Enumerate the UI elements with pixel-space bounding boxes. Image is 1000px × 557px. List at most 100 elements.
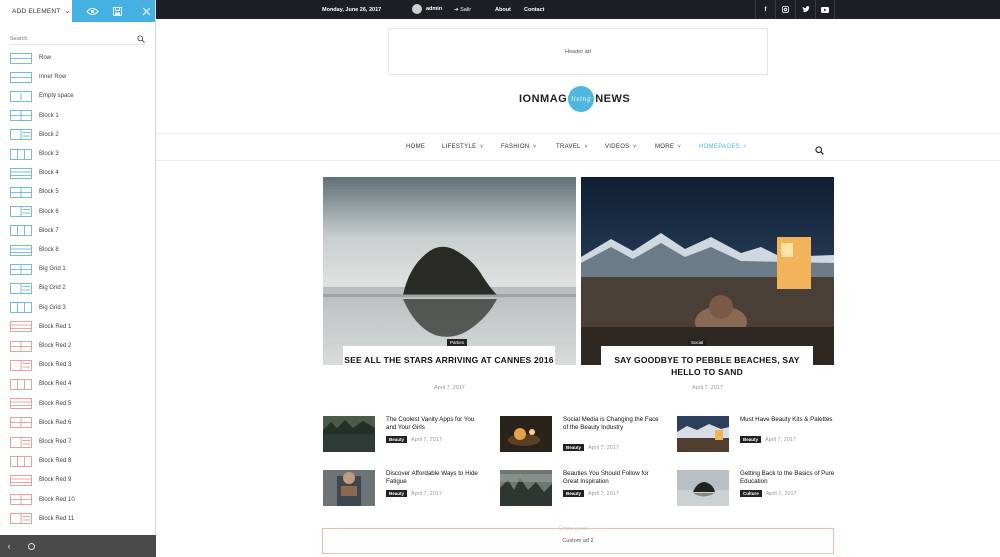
post-date: April 7, 2017 <box>765 490 797 497</box>
post-thumbnail[interactable] <box>500 416 552 452</box>
twitter-icon[interactable] <box>795 0 815 19</box>
category-badge[interactable]: Beauty <box>563 490 585 497</box>
element-block-icon <box>10 474 32 486</box>
contact-link[interactable]: Contact <box>524 7 544 13</box>
category-badge[interactable]: Beauty <box>563 444 585 451</box>
element-item[interactable]: Big Grid 3 <box>10 302 150 314</box>
post-meta: Beauty April 7, 2017 <box>563 490 619 497</box>
featured-title-2[interactable]: SAY GOODBYE TO PEBBLE BEACHES, SAY HELLO… <box>601 354 813 378</box>
element-item[interactable]: Block Red 1 <box>10 321 150 333</box>
element-block-icon <box>10 359 32 371</box>
featured-image-2[interactable] <box>581 177 834 365</box>
element-block-icon <box>10 244 32 256</box>
about-link[interactable]: About <box>495 7 511 13</box>
post-thumbnail[interactable] <box>677 470 729 506</box>
element-item-label: Block Red 7 <box>39 439 72 445</box>
post-title[interactable]: Must Have Beauty Kits & Palettes <box>740 416 838 424</box>
element-item[interactable]: Block Red 2 <box>10 340 150 352</box>
featured-title-1[interactable]: SEE ALL THE STARS ARRIVING AT CANNES 201… <box>343 354 555 366</box>
site-logo[interactable]: IONMAG living NEWS <box>519 86 630 112</box>
preview-eye-icon[interactable] <box>86 7 99 16</box>
youtube-icon[interactable] <box>815 0 835 19</box>
post-title[interactable]: Getting Back to the Basics of Pure Educa… <box>740 470 838 486</box>
element-block-icon <box>10 167 32 179</box>
category-badge[interactable]: Beauty <box>386 490 408 497</box>
post-item[interactable]: Must Have Beauty Kits & Palettes Beauty … <box>677 416 837 456</box>
element-item[interactable]: Big Grid 1 <box>10 263 150 275</box>
instagram-icon[interactable] <box>775 0 795 19</box>
category-badge[interactable]: Culture <box>740 490 762 497</box>
element-item[interactable]: Inner Row <box>10 71 150 83</box>
element-item-label: Block 2 <box>39 131 59 138</box>
element-item[interactable]: Block 1 <box>10 110 150 122</box>
panel-search <box>10 33 145 45</box>
element-item[interactable]: Block Red 3 <box>10 359 150 371</box>
user-link[interactable]: admin <box>412 4 442 14</box>
element-item[interactable]: Block Red 6 <box>10 417 150 429</box>
post-thumbnail[interactable] <box>323 416 375 452</box>
custom-ad[interactable]: Custom ad 2 <box>322 528 834 554</box>
nav-item-travel[interactable]: TRAVEL ˅ <box>556 144 588 150</box>
post-meta: Beauty April 7, 2017 <box>386 436 442 443</box>
element-item[interactable]: Block Red 9 <box>10 474 150 486</box>
element-block-icon <box>10 129 32 141</box>
search-icon[interactable] <box>137 30 145 48</box>
element-item[interactable]: Block 3 <box>10 148 150 160</box>
featured-category-2[interactable]: Social <box>688 339 707 346</box>
element-item[interactable]: Block Red 11 <box>10 513 150 525</box>
facebook-icon[interactable]: f <box>755 0 775 19</box>
logout-link[interactable]: ➜ Salir <box>454 7 471 13</box>
post-thumbnail[interactable] <box>323 470 375 506</box>
home-circle-icon[interactable] <box>28 542 35 550</box>
logo-text-left: IONMAG <box>519 93 568 105</box>
element-item[interactable]: Block 6 <box>10 206 150 218</box>
nav-item-more[interactable]: MORE ˅ <box>655 144 681 150</box>
featured-category-1[interactable]: Parties <box>447 339 468 346</box>
element-item[interactable]: Block 2 <box>10 129 150 141</box>
search-icon[interactable] <box>815 142 824 160</box>
element-item[interactable]: Block 4 <box>10 167 150 179</box>
post-title[interactable]: Discover Affordable Ways to Hide Fatigue <box>386 470 484 486</box>
post-title[interactable]: Social Media is Changing the Face of the… <box>563 416 661 432</box>
nav-item-homepages[interactable]: HOMEPAGES ˅ <box>699 144 747 150</box>
element-item[interactable]: Block Red 4 <box>10 378 150 390</box>
element-item[interactable]: Block Red 10 <box>10 494 150 506</box>
element-item[interactable]: Block 5 <box>10 186 150 198</box>
header-ad[interactable]: Header ad <box>388 28 768 75</box>
featured-date-2: April 7, 2017 <box>692 385 723 391</box>
element-block-icon <box>10 455 32 467</box>
element-item[interactable]: Block Red 5 <box>10 398 150 410</box>
post-thumbnail[interactable] <box>500 470 552 506</box>
element-item[interactable]: Block 7 <box>10 225 150 237</box>
chevron-down-icon: ˅ <box>531 144 537 150</box>
element-item[interactable]: Big Grid 2 <box>10 282 150 294</box>
back-arrow-icon[interactable]: ‹ <box>0 541 18 551</box>
element-item-label: Block 7 <box>39 227 59 234</box>
element-item[interactable]: Row <box>10 52 150 64</box>
nav-item-videos[interactable]: VIDEOS ˅ <box>605 144 636 150</box>
search-input[interactable] <box>10 35 120 42</box>
element-item[interactable]: Block Red 8 <box>10 455 150 467</box>
post-item[interactable]: Social Media is Changing the Face of the… <box>500 416 660 456</box>
chevron-down-icon: ˅ <box>676 144 682 150</box>
post-item[interactable]: Getting Back to the Basics of Pure Educa… <box>677 470 837 510</box>
post-title[interactable]: The Coolest Vanity Apps for You and Your… <box>386 416 484 432</box>
element-item[interactable]: Empty space <box>10 90 150 102</box>
save-icon[interactable] <box>113 6 122 16</box>
nav-item-fashion[interactable]: FASHION ˅ <box>501 144 536 150</box>
featured-image-1[interactable] <box>323 177 576 365</box>
category-badge[interactable]: Beauty <box>386 436 408 443</box>
nav-item-lifestyle[interactable]: LIFESTYLE ˅ <box>442 144 483 150</box>
post-thumbnail[interactable] <box>677 416 729 452</box>
post-item[interactable]: Beauties You Should Follow for Great Ins… <box>500 470 660 510</box>
close-icon[interactable] <box>142 7 151 16</box>
category-badge[interactable]: Beauty <box>740 436 762 443</box>
chevron-down-icon: ˅ <box>582 144 588 150</box>
element-item[interactable]: Block 8 <box>10 244 150 256</box>
element-item[interactable]: Block Red 7 <box>10 436 150 448</box>
nav-item-home[interactable]: HOME <box>406 144 425 150</box>
post-item[interactable]: The Coolest Vanity Apps for You and Your… <box>323 416 483 456</box>
post-item[interactable]: Discover Affordable Ways to Hide Fatigue… <box>323 470 483 510</box>
post-title[interactable]: Beauties You Should Follow for Great Ins… <box>563 470 661 486</box>
add-element-dropdown[interactable]: ADD ELEMENT ⌄ <box>0 0 72 22</box>
